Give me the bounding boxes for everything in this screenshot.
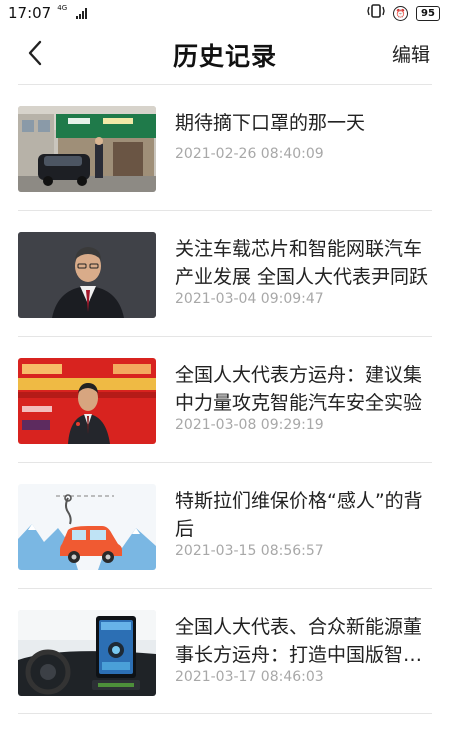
list-item[interactable]: 全国人大代表、合众新能源董事长方运舟：打造中国版智能汽车 2021-03-17 … bbox=[18, 588, 432, 714]
item-timestamp: 2021-03-08 09:29:19 bbox=[175, 417, 324, 433]
status-bar: 17:07 4G ⏰ 95 bbox=[0, 0, 450, 26]
item-timestamp: 2021-03-17 08:46:03 bbox=[175, 669, 324, 685]
item-timestamp: 2021-03-04 09:09:47 bbox=[175, 291, 324, 307]
battery-icon: 95 bbox=[416, 5, 440, 21]
item-timestamp: 2021-02-26 08:40:09 bbox=[175, 146, 324, 162]
alarm-icon: ⏰ bbox=[393, 5, 408, 21]
list-item[interactable]: 全国人大代表方运舟：建议集中力量攻克智能汽车安全实验 2021-03-08 09… bbox=[18, 336, 432, 462]
vibrate-icon bbox=[367, 3, 385, 23]
signal-icon bbox=[76, 7, 88, 19]
network-type: 4G bbox=[57, 4, 68, 12]
item-title: 特斯拉们维保价格“感人”的背后 bbox=[175, 490, 423, 540]
item-timestamp: 2021-03-15 08:56:57 bbox=[175, 543, 324, 559]
chevron-left-icon bbox=[27, 40, 43, 70]
back-button[interactable] bbox=[20, 40, 50, 70]
post-office-street-photo bbox=[18, 106, 156, 192]
man-portrait-photo bbox=[18, 232, 156, 318]
edit-button[interactable]: 编辑 bbox=[392, 40, 430, 67]
item-title: 全国人大代表、合众新能源董事长方运舟：打造中国版智能汽车 bbox=[175, 616, 423, 666]
item-title: 期待摘下口罩的那一天 bbox=[175, 112, 366, 134]
status-time: 17:07 bbox=[8, 4, 52, 22]
red-banner-interview-photo bbox=[18, 358, 156, 444]
car-wrench-illustration bbox=[18, 484, 156, 570]
header: 历史记录 编辑 bbox=[0, 26, 450, 84]
item-title: 关注车载芯片和智能网联汽车产业发展 全国人大代表尹同跃 bbox=[175, 238, 429, 288]
list-item[interactable]: 关注车载芯片和智能网联汽车产业发展 全国人大代表尹同跃 2021-03-04 0… bbox=[18, 210, 432, 336]
car-dashboard-screen-photo bbox=[18, 610, 156, 696]
history-list: 期待摘下口罩的那一天 2021-02-26 08:40:09 关注车载芯片和智能… bbox=[0, 84, 450, 714]
item-title: 全国人大代表方运舟：建议集中力量攻克智能汽车安全实验 bbox=[175, 364, 423, 414]
page-title: 历史记录 bbox=[172, 42, 277, 71]
list-item[interactable]: 期待摘下口罩的那一天 2021-02-26 08:40:09 bbox=[18, 84, 432, 210]
list-item[interactable]: 特斯拉们维保价格“感人”的背后 2021-03-15 08:56:57 bbox=[18, 462, 432, 588]
